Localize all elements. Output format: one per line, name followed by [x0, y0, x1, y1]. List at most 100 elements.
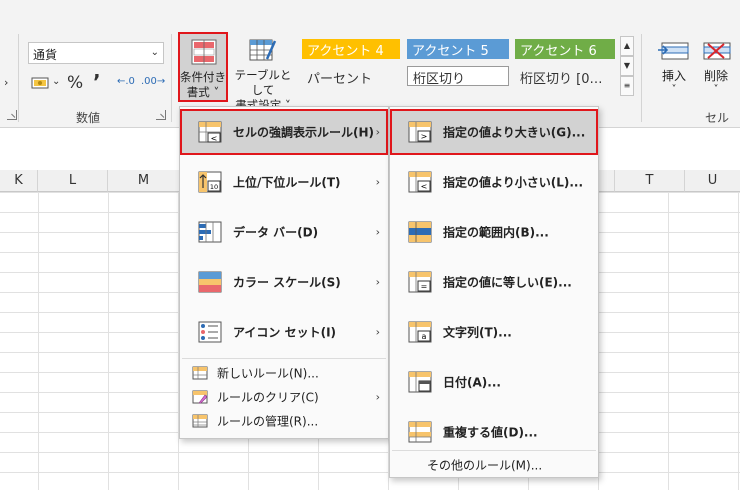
- format-as-table-button[interactable]: テーブルとして 書式設定 ˅: [230, 32, 296, 112]
- menu-item-manage-rules[interactable]: ルールの管理(R)...: [180, 409, 388, 433]
- equal-to-icon: =: [408, 271, 432, 293]
- menu-item-label: ルールの管理(R)...: [217, 414, 319, 429]
- delete-chevron-icon: ˅: [713, 84, 719, 95]
- style-comma[interactable]: 桁区切り: [407, 66, 509, 87]
- style-percent[interactable]: パーセント: [302, 67, 400, 87]
- greater-than-icon: >: [408, 121, 432, 143]
- chevron-down-icon: ⌄: [150, 47, 159, 58]
- format-as-table-icon: [249, 39, 277, 61]
- submenu-item-between[interactable]: 指定の範囲内(B)...: [390, 209, 598, 255]
- equal-to-glyph: =: [421, 282, 428, 291]
- menu-item-label: 新しいルール(N)...: [217, 366, 319, 381]
- menu-separator: [182, 358, 386, 359]
- ribbon-separator: [18, 34, 19, 122]
- delete-cells-label: 削除: [703, 69, 728, 83]
- ribbon-separator: [171, 34, 172, 122]
- submenu-item-less-than[interactable]: < 指定の値より小さい(L)...: [390, 159, 598, 205]
- insert-cells-icon: [658, 42, 689, 60]
- color-scales-icon: [198, 271, 222, 293]
- submenu-item-label: 指定の値に等しい(E)...: [443, 275, 572, 290]
- icon-sets-icon: [198, 321, 222, 343]
- column-header-l[interactable]: L: [38, 170, 108, 192]
- align-dropdown-chevron-icon[interactable]: ›: [4, 76, 8, 89]
- cells-group-label: セル: [705, 111, 730, 125]
- less-than-icon: <: [408, 171, 432, 193]
- date-occurring-icon: [408, 371, 432, 393]
- submenu-item-equal-to[interactable]: = 指定の値に等しい(E)...: [390, 259, 598, 305]
- style-accent4[interactable]: アクセント 4: [302, 39, 400, 59]
- submenu-item-label: 文字列(T)...: [443, 325, 512, 340]
- accounting-format-icon[interactable]: [31, 75, 49, 91]
- insert-chevron-icon: ˅: [671, 84, 677, 95]
- menu-separator: [392, 450, 596, 451]
- conditional-formatting-label: 条件付き: [180, 70, 226, 84]
- column-header-k[interactable]: K: [0, 170, 38, 192]
- svg-text:<: <: [211, 134, 218, 143]
- menu-item-highlight-cell-rules[interactable]: < セルの強調表示ルール(H) ›: [180, 109, 388, 155]
- conditional-formatting-button[interactable]: 条件付き 書式 ˅: [178, 32, 228, 102]
- chevron-right-icon: ›: [375, 175, 380, 189]
- menu-item-color-scales[interactable]: カラー スケール(S) ›: [180, 259, 388, 305]
- svg-text:10: 10: [210, 183, 218, 191]
- delete-cells-icon: [703, 42, 731, 60]
- menu-item-data-bars[interactable]: データ バー(D) ›: [180, 209, 388, 255]
- column-header-m[interactable]: M: [108, 170, 180, 192]
- chevron-right-icon: ›: [375, 125, 380, 139]
- clear-rules-icon: [192, 390, 208, 404]
- chevron-right-icon: ›: [375, 225, 380, 239]
- submenu-item-date-occurring[interactable]: 日付(A)...: [390, 359, 598, 405]
- menu-item-clear-rules[interactable]: ルールのクリア(C) ›: [180, 385, 388, 409]
- highlight-rules-icon: <: [198, 121, 222, 143]
- submenu-item-more-rules[interactable]: その他のルール(M)...: [390, 453, 598, 477]
- number-format-dropdown[interactable]: 通貨 ⌄: [28, 42, 164, 64]
- number-launcher-icon[interactable]: [156, 110, 166, 120]
- ribbon-separator: [641, 34, 642, 122]
- excel-window: › 通貨 ⌄ ⌄ % ’ ←.0 .00→ 数値 条件付き 書式 ˅ テーブルと…: [0, 0, 740, 490]
- style-accent6[interactable]: アクセント 6: [515, 39, 615, 59]
- menu-item-new-rule[interactable]: 新しいルール(N)...: [180, 361, 388, 385]
- column-header-t[interactable]: T: [615, 170, 685, 192]
- delete-cells-button[interactable]: 削除 ˅: [696, 40, 736, 95]
- accounting-dropdown-chevron-icon[interactable]: ⌄: [52, 76, 60, 87]
- menu-item-label: アイコン セット(I): [233, 325, 337, 340]
- gallery-scroll-up-icon[interactable]: ▲: [620, 36, 634, 56]
- increase-decimal-button[interactable]: ←.0: [117, 76, 135, 87]
- alignment-launcher-icon[interactable]: [7, 110, 17, 120]
- menu-item-label: ルールのクリア(C): [217, 390, 319, 405]
- text-contains-glyph: a: [422, 332, 427, 341]
- menu-item-label: 上位/下位ルール(T): [233, 175, 341, 190]
- comma-style-button[interactable]: ’: [93, 70, 101, 94]
- conditional-formatting-icon: [191, 39, 217, 65]
- submenu-item-label: 日付(A)...: [443, 375, 501, 390]
- submenu-item-label: その他のルール(M)...: [427, 458, 543, 473]
- submenu-item-duplicate-values[interactable]: 重複する値(D)...: [390, 409, 598, 455]
- style-comma0[interactable]: 桁区切り [0…: [515, 67, 615, 87]
- top-bottom-icon: 10: [198, 171, 222, 193]
- text-contains-icon: a: [408, 321, 432, 343]
- style-accent5[interactable]: アクセント 5: [407, 39, 509, 59]
- menu-item-top-bottom-rules[interactable]: 10 上位/下位ルール(T) ›: [180, 159, 388, 205]
- submenu-item-text-contains[interactable]: a 文字列(T)...: [390, 309, 598, 355]
- column-header-u[interactable]: U: [685, 170, 740, 192]
- decrease-decimal-button[interactable]: .00→: [141, 76, 165, 87]
- greater-than-glyph: >: [421, 132, 428, 141]
- menu-item-label: セルの強調表示ルール(H): [233, 125, 375, 140]
- highlight-rules-submenu: > 指定の値より大きい(G)... < 指定の値より小さい(L)... 指定の範…: [389, 106, 599, 478]
- percent-style-button[interactable]: %: [67, 73, 83, 93]
- gallery-more-icon[interactable]: ≡: [620, 76, 634, 96]
- duplicate-values-icon: [408, 421, 432, 443]
- conditional-formatting-label-2: 書式 ˅: [186, 85, 220, 99]
- manage-rules-icon: [192, 414, 208, 428]
- submenu-item-label: 重複する値(D)...: [443, 425, 538, 440]
- submenu-item-greater-than[interactable]: > 指定の値より大きい(G)...: [390, 109, 598, 155]
- menu-item-icon-sets[interactable]: アイコン セット(I) ›: [180, 309, 388, 355]
- conditional-formatting-menu: < セルの強調表示ルール(H) › 10 上位/下位ルール(T) › データ バ…: [179, 106, 389, 439]
- insert-cells-label: 挿入: [661, 69, 686, 83]
- gallery-scroll-down-icon[interactable]: ▼: [620, 56, 634, 76]
- format-as-table-label: テーブルとして: [234, 68, 292, 97]
- menu-item-label: カラー スケール(S): [233, 275, 341, 290]
- less-than-glyph: <: [421, 182, 428, 191]
- insert-cells-button[interactable]: 挿入 ˅: [654, 40, 694, 95]
- number-format-value: 通貨: [33, 48, 58, 62]
- menu-item-label: データ バー(D): [233, 225, 319, 240]
